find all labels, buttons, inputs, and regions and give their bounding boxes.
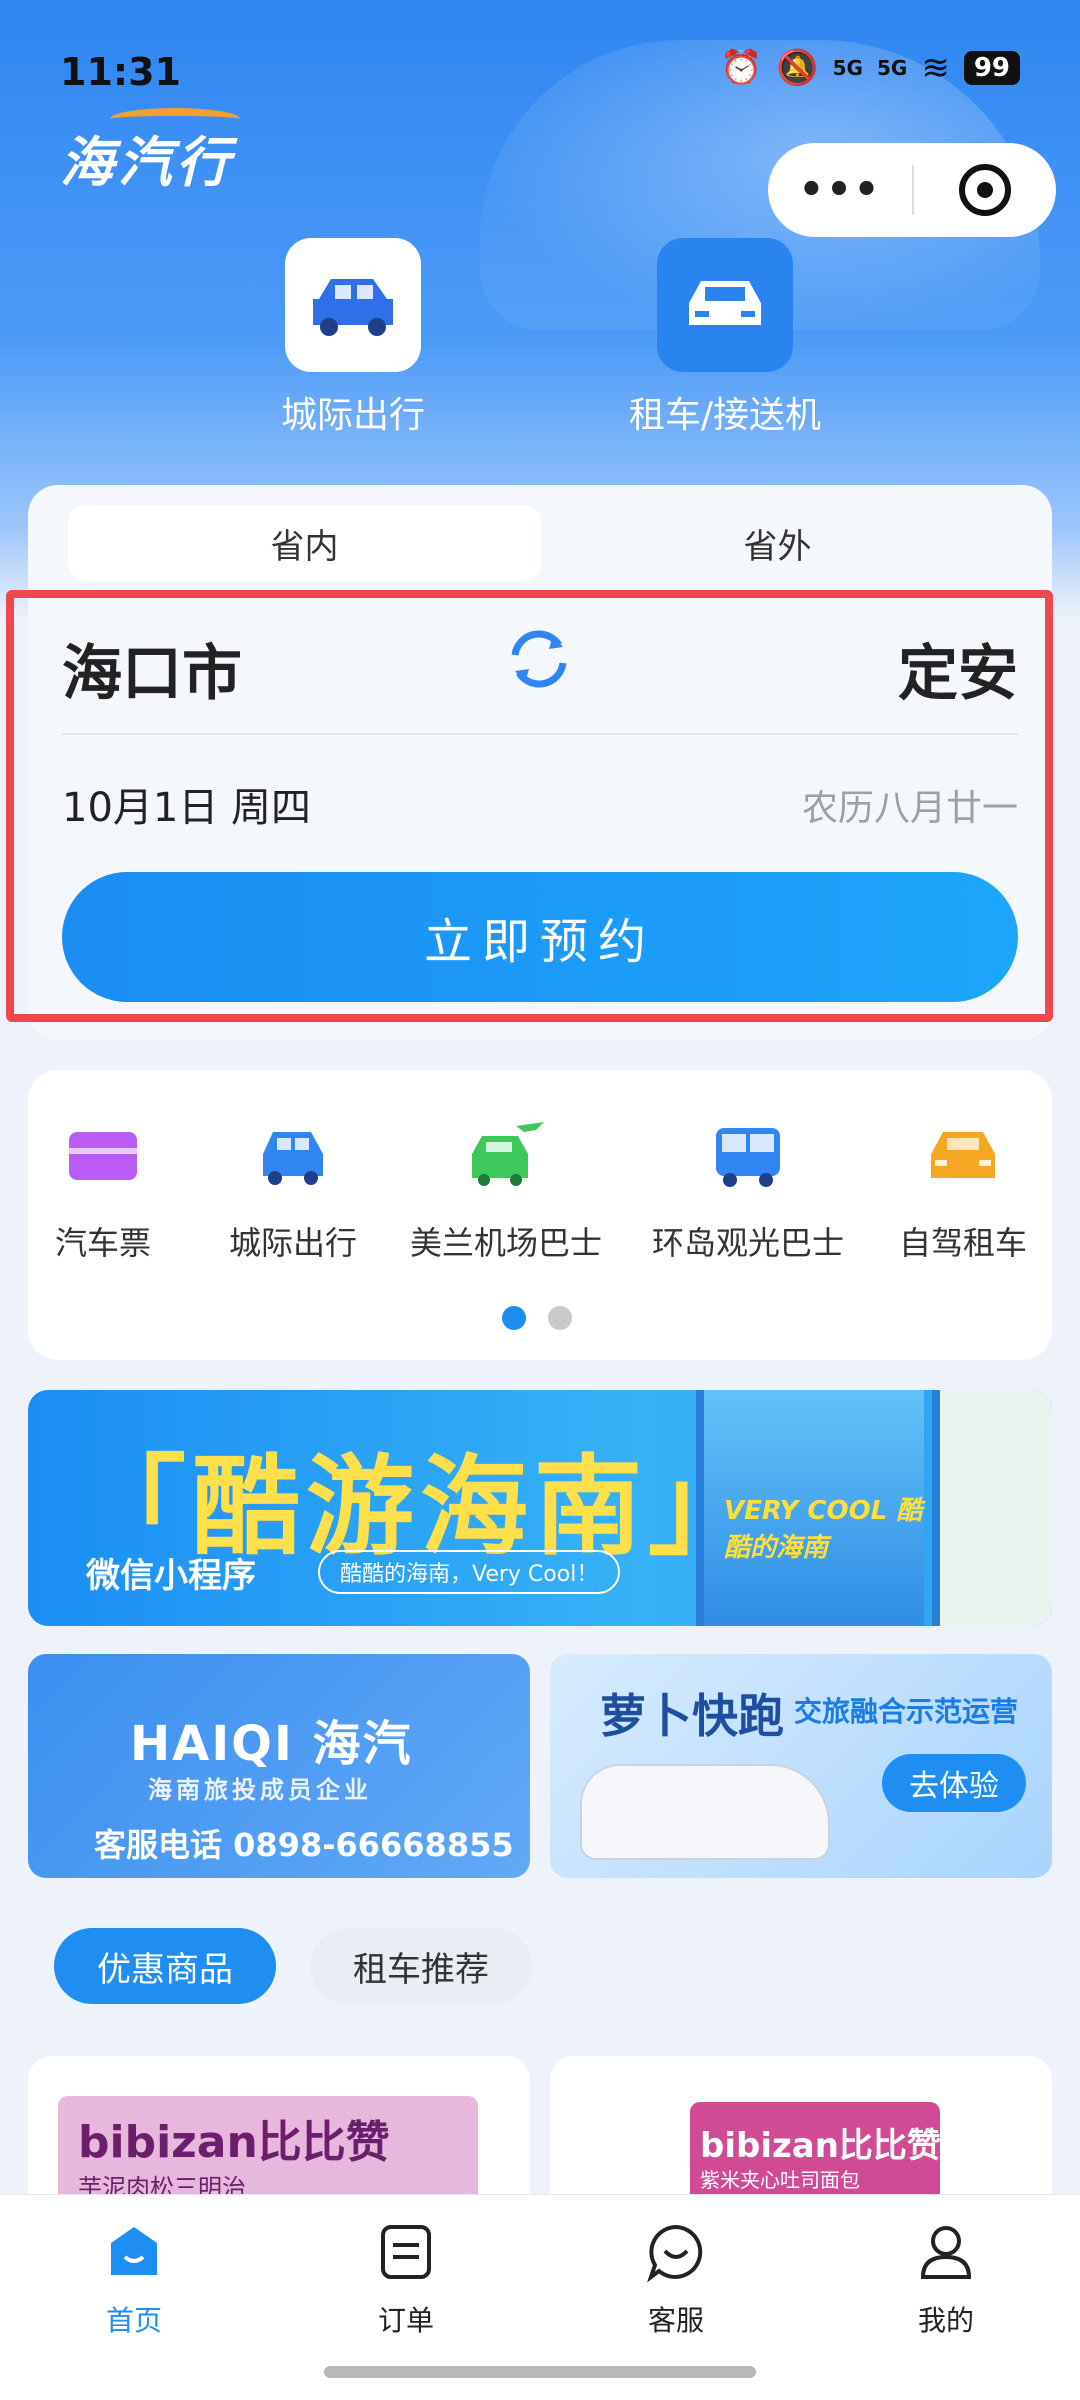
haiqi-brand: HAIQI 海汽 [130,1716,413,1772]
tab-out-province[interactable]: 省外 [541,505,1014,581]
tab-home[interactable]: 首页 [64,2221,204,2339]
banner-subtitle: 微信小程序 [86,1556,256,1596]
service-label: 汽车票 [54,1224,151,1262]
app-logo: 海汽行 [60,131,234,194]
status-time: 11:31 [60,50,181,94]
ticket-icon [69,1132,137,1180]
date-selector[interactable]: 10月1日 周四 农历八月廿一 [62,775,1018,835]
haiqi-subtitle: 海南旅投成员企业 [148,1776,372,1804]
arrival-city[interactable]: 定安 [898,625,1018,712]
close-program-button[interactable] [914,164,1056,216]
tab-rental-recommend[interactable]: 租车推荐 [310,1928,532,2004]
tab-discount-goods[interactable]: 优惠商品 [54,1928,276,2004]
home-indicator [324,2366,756,2378]
promo-banner[interactable]: 「酷游海南」 微信小程序 酷酷的海南，Very Cool！ VERY COOL … [28,1390,1052,1626]
service-label: 自驾租车 [898,1224,1027,1262]
more-menu-button[interactable]: ••• [768,167,912,213]
mode-rental-label: 租车/接送机 [628,395,822,436]
service-label: 环岛观光巴士 [651,1224,844,1262]
mode-intercity[interactable]: 城际出行 [233,238,473,438]
status-icons: ⏰ 🔕 5G 5G ≋ 99 [720,48,1020,88]
wifi-icon: ≋ [921,48,950,88]
product-brand: bibizan比比赞 [700,2126,941,2166]
tab-label: 客服 [647,2304,704,2337]
banner-phone-text: VERY COOL 酷酷的海南 [724,1496,923,1563]
product-flavor: 紫米夹心吐司面包 [700,2168,860,2192]
book-now-button[interactable]: 立即预约 [62,872,1018,1002]
service-airport-bus[interactable]: 美兰机场巴士 [406,1120,606,1264]
order-icon [381,2225,431,2279]
banner-slogan: 酷酷的海南，Very Cool！ [318,1550,621,1594]
tab-in-province[interactable]: 省内 [68,505,541,581]
user-icon [920,2226,972,2279]
mode-intercity-label: 城际出行 [280,395,425,436]
tab-service[interactable]: 客服 [606,2221,746,2339]
signal-icon-2: 5G [876,56,908,80]
mute-icon: 🔕 [776,48,819,88]
robotaxi-car-image [580,1764,830,1860]
robotaxi-subtitle: 交旅融合示范运营 [794,1695,1019,1728]
service-bus-ticket[interactable]: 汽车票 [38,1120,168,1264]
alarm-icon: ⏰ [719,48,763,88]
home-icon [111,2227,157,2275]
page-dot [548,1306,572,1330]
lunar-date: 农历八月廿一 [801,788,1018,829]
service-sightseeing-bus[interactable]: 环岛观光巴士 [648,1120,848,1264]
tab-label: 首页 [105,2304,162,2337]
route-divider [62,733,1018,735]
robotaxi-promo-card[interactable]: 萝卜快跑 交旅融合示范运营 去体验 [550,1654,1052,1878]
bus-icon [716,1128,780,1187]
banner-phone-screen-2 [932,1390,1052,1626]
taxi-icon [657,238,793,372]
route-selector: 海口市 定安 [62,625,1018,709]
service-car-rental[interactable]: 自驾租车 [888,1120,1038,1264]
tab-mine[interactable]: 我的 [876,2221,1016,2339]
tab-orders[interactable]: 订单 [336,2221,476,2339]
service-intercity[interactable]: 城际出行 [218,1120,368,1264]
mini-program-capsule: ••• [768,143,1056,237]
swap-icon[interactable] [505,625,573,693]
service-label: 城际出行 [228,1224,357,1262]
tab-label: 我的 [917,2304,974,2337]
service-grid: 汽车票 城际出行 美兰机场巴士 环岛观光巴士 自驾租车 [28,1070,1052,1360]
tab-label: 订单 [377,2304,434,2337]
service-label: 美兰机场巴士 [409,1224,602,1262]
departure-city[interactable]: 海口市 [62,625,242,712]
try-now-button[interactable]: 去体验 [882,1754,1026,1812]
target-icon [959,164,1011,216]
robotaxi-title: 萝卜快跑 [600,1689,784,1743]
mode-rental[interactable]: 租车/接送机 [605,238,845,438]
page-dot-active [502,1306,526,1330]
rental-car-icon [931,1132,995,1178]
region-tabs: 省内 省外 [68,505,1014,581]
battery-indicator: 99 [963,51,1020,85]
banner-phone-screen: VERY COOL 酷酷的海南 [696,1390,924,1626]
page-indicator [502,1306,572,1330]
car-icon [263,1132,323,1185]
product-brand: bibizan比比赞 [78,2117,390,2168]
hotline-text: 客服电话 0898-66668855 [94,1826,514,1864]
car-icon [285,238,421,372]
travel-date: 10月1日 周四 [62,785,312,831]
signal-icon: 5G [832,56,863,80]
haiqi-promo-card[interactable]: HAIQI 海汽 海南旅投成员企业 客服电话 0898-66668855 [28,1654,530,1878]
chat-icon [647,2224,703,2283]
airport-bus-icon [472,1122,544,1186]
